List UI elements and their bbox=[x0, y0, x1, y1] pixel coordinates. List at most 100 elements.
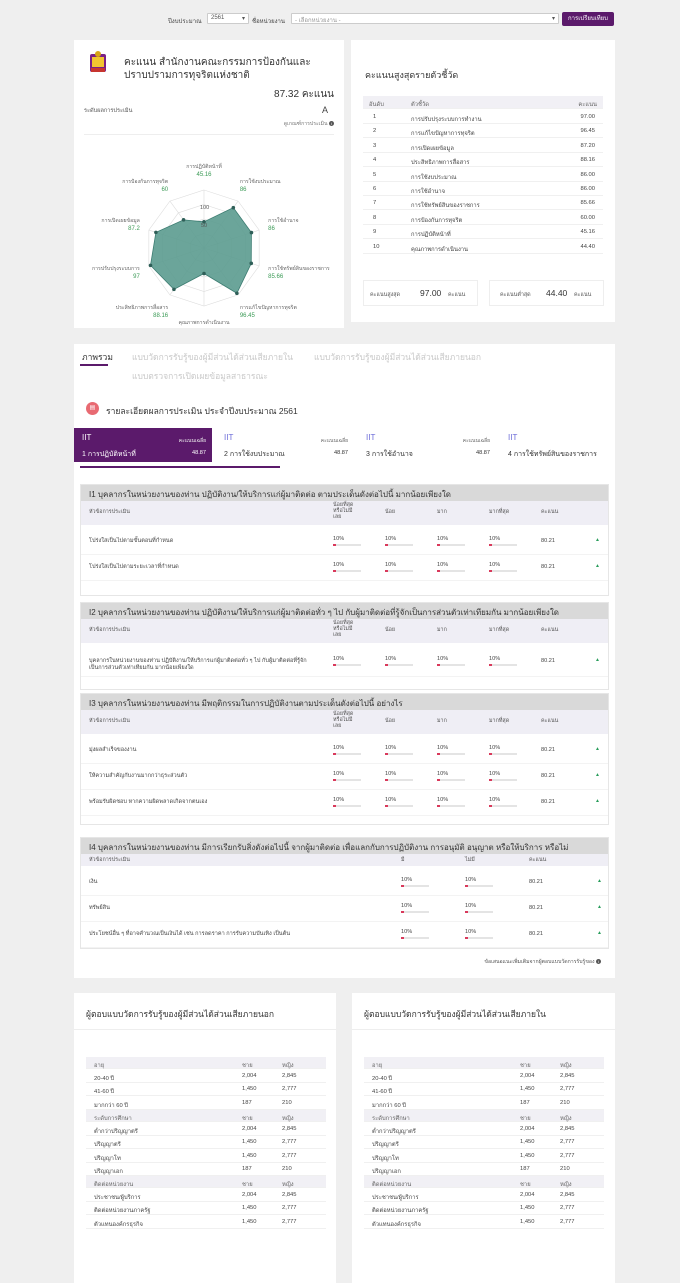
percent-value: 10% bbox=[385, 562, 397, 568]
index-card[interactable]: IIT คะแนนเฉลี่ย 1 การปฏิบัติหน้าที่ 48.87 bbox=[74, 428, 212, 462]
respondents-row: ติดต่อหน่วยงานภาครัฐ 1,450 2,777 bbox=[364, 1202, 604, 1216]
percent-value: 10% bbox=[437, 771, 449, 777]
percent-bar bbox=[401, 937, 429, 939]
agency-label: ชื่อหน่วยงาน bbox=[252, 19, 286, 25]
respondent-category: ประชาชน/ผู้บริการ bbox=[372, 1195, 419, 1202]
question-row: มุ่งผลสำเร็จของงาน 10% 10% 10% 10% 80.21 ▲ bbox=[81, 738, 608, 764]
trend-up-icon: ▲ bbox=[597, 930, 602, 936]
section-column-header: หัวข้อการประเมิน มี ไม่มี คะแนน bbox=[81, 854, 608, 866]
percent-bar-fill bbox=[385, 805, 388, 807]
tab-external[interactable]: แบบวัดการรับรู้ของผู้มีส่วนได้ส่วนเสียภา… bbox=[314, 350, 481, 364]
radar-point bbox=[172, 287, 176, 292]
percent-bar bbox=[333, 544, 361, 546]
respondent-category: 41-60 ปี bbox=[94, 1089, 115, 1096]
ranking-indicator-name: การใช้ทรัพย์สินของราชการ bbox=[411, 203, 480, 210]
tab-internal[interactable]: แบบวัดการรับรู้ของผู้มีส่วนได้ส่วนเสียภา… bbox=[132, 350, 293, 364]
radar-tick-label: 100 bbox=[200, 205, 209, 211]
percent-value: 10% bbox=[489, 656, 501, 662]
percent-bar bbox=[489, 779, 517, 781]
respondents-external-card: ผู้ตอบแบบวัดการรับรู้ของผู้มีส่วนได้ส่วน… bbox=[74, 993, 336, 1283]
respondent-category: ปริญญาเอก bbox=[94, 1168, 123, 1175]
radar-point bbox=[231, 205, 236, 210]
column-header: หัวข้อการประเมิน bbox=[89, 857, 130, 863]
percent-bar bbox=[385, 544, 413, 546]
document-icon: ▤ bbox=[86, 402, 99, 415]
percent-bar bbox=[385, 664, 413, 666]
percent-value: 10% bbox=[333, 536, 345, 542]
compare-button[interactable]: การเปรียบเทียบ bbox=[562, 12, 614, 26]
criteria-link-text[interactable]: ดูเกณฑ์การประเมิน bbox=[284, 121, 328, 127]
ranking-title: คะแนนสูงสุดรายตัวชี้วัด bbox=[365, 70, 459, 80]
percent-value: 10% bbox=[385, 771, 397, 777]
percent-bar bbox=[333, 805, 361, 807]
max-score-unit: คะแนน bbox=[448, 292, 466, 298]
trend-up-icon: ▲ bbox=[595, 563, 600, 569]
percent-bar-fill bbox=[465, 937, 468, 939]
respondents-group-header: ติดต่อหน่วยงาน ชาย หญิง bbox=[86, 1176, 326, 1189]
respondent-male-count: 1,450 bbox=[242, 1218, 257, 1225]
percent-bar bbox=[489, 664, 517, 666]
respondent-female-count: 2,777 bbox=[282, 1205, 297, 1212]
radar-axis-value: 45.16 bbox=[196, 172, 212, 178]
respondents-group-header: ติดต่อหน่วยงาน ชาย หญิง bbox=[364, 1176, 604, 1189]
column-header: คะแนน bbox=[541, 509, 559, 515]
index-card-code: IIT bbox=[508, 433, 518, 442]
percent-bar-fill bbox=[401, 885, 404, 887]
respondents-row: ประชาชน/ผู้บริการ 2,004 2,845 bbox=[86, 1189, 326, 1203]
trend-up-icon: ▲ bbox=[595, 746, 600, 752]
percent-bar-fill bbox=[489, 753, 492, 755]
agency-select[interactable]: - เลือกหน่วยงาน - ▾ bbox=[291, 13, 559, 24]
ranking-rank: 10 bbox=[373, 243, 380, 250]
index-card[interactable]: IIT คะแนนเฉลี่ย 3 การใช้อำนาจ 48.87 bbox=[358, 428, 496, 462]
question-label: โปร่งใสเป็นไปตามระยะเวลาที่กำหนด bbox=[89, 564, 179, 570]
ranking-header-row: อันดับ ตัวชี้วัด คะแนน bbox=[363, 96, 603, 109]
respondent-category: มากกว่า 60 ปี bbox=[94, 1102, 128, 1109]
column-header: น้อยที่สุดหรือไม่มีเลย bbox=[333, 502, 354, 520]
min-score-box: คะแนนต่ำสุด 44.40 คะแนน bbox=[489, 280, 604, 306]
ranking-header-score: คะแนน bbox=[578, 102, 597, 108]
respondents-row: 41-60 ปี 1,450 2,777 bbox=[86, 1083, 326, 1097]
group-header-male: ชาย bbox=[242, 1063, 253, 1069]
min-score-label: คะแนนต่ำสุด bbox=[500, 292, 531, 298]
question-row: ให้ความสำคัญกับงานมากกว่าธุระส่วนตัว 10% 1… bbox=[81, 764, 608, 790]
max-score-value: 97.00 bbox=[420, 288, 442, 298]
respondent-male-count: 2,004 bbox=[242, 1073, 257, 1079]
respondent-male-count: 1,450 bbox=[520, 1086, 535, 1093]
percent-value: 10% bbox=[437, 536, 449, 542]
chevron-down-icon: ▾ bbox=[551, 16, 555, 22]
respondent-category: ตัวแทนองค์กรธุรกิจ bbox=[372, 1221, 421, 1228]
respondent-category: 20-40 ปี bbox=[372, 1076, 393, 1082]
section-column-header: หัวข้อการประเมิน น้อยที่สุดหรือไม่มีเลย น้… bbox=[81, 619, 608, 643]
index-card-name: 4 การใช้ทรัพย์สินของราชการ bbox=[508, 451, 597, 458]
question-row: เงิน 10% 10% 80.21 ▲ bbox=[81, 870, 608, 896]
tab-overview[interactable]: ภาพรวม bbox=[82, 350, 113, 364]
ranking-row: 5 การใช้งบประมาณ 86.00 bbox=[363, 168, 603, 182]
respondent-female-count: 2,777 bbox=[282, 1139, 297, 1146]
respondent-male-count: 2,004 bbox=[520, 1073, 535, 1079]
ranking-indicator-name: การป้องกันการทุจริต bbox=[411, 217, 463, 224]
criteria-link[interactable]: ดูเกณฑ์การประเมิน i bbox=[284, 120, 334, 128]
question-section: I3 บุคลากรในหน่วยงานของท่าน มีพฤติกรรมใน… bbox=[80, 693, 609, 825]
year-select[interactable]: 2561 ▾ bbox=[207, 13, 249, 24]
respondent-category: ปริญญาตรี bbox=[372, 1142, 399, 1149]
percent-bar bbox=[465, 885, 493, 887]
ranking-indicator-name: การแก้ไขปัญหาการทุจริต bbox=[411, 131, 475, 138]
respondents-title: ผู้ตอบแบบวัดการรับรู้ของผู้มีส่วนได้ส่วน… bbox=[86, 1009, 275, 1019]
ranking-rank: 7 bbox=[373, 200, 377, 207]
index-card[interactable]: IITคะแนน4 การใช้ทรัพย์สินของราชการ bbox=[500, 428, 615, 462]
respondent-female-count: 2,845 bbox=[560, 1125, 575, 1132]
ranking-score: 88.16 bbox=[580, 157, 595, 164]
year-label: ปีงบประมาณ bbox=[168, 19, 202, 25]
footnote-text: ข้อเสนอแนะเพิ่มเติมจากผู้ตอบแบบวัดการรับ… bbox=[484, 959, 595, 965]
ranking-score: 86.00 bbox=[580, 171, 595, 178]
respondent-male-count: 1,450 bbox=[242, 1152, 257, 1159]
question-label: พร้อมรับผิดชอบ หากความผิดพลาดเกิดจากตนเอ… bbox=[89, 799, 208, 805]
group-header-male: ชาย bbox=[520, 1063, 531, 1069]
respondent-category: ปริญญาโท bbox=[372, 1155, 399, 1162]
section-title: I4 บุคลากรในหน่วยงานของท่าน มีการเรียกรั… bbox=[81, 838, 608, 854]
respondent-male-count: 187 bbox=[520, 1165, 530, 1172]
index-card[interactable]: IIT คะแนนเฉลี่ย 2 การใช้งบประมาณ 48.87 bbox=[216, 428, 354, 462]
percent-value: 10% bbox=[333, 562, 345, 568]
tab-oit[interactable]: แบบตรวจการเปิดเผยข้อมูลสาธารณะ bbox=[132, 369, 268, 383]
respondent-female-count: 2,777 bbox=[560, 1218, 575, 1225]
